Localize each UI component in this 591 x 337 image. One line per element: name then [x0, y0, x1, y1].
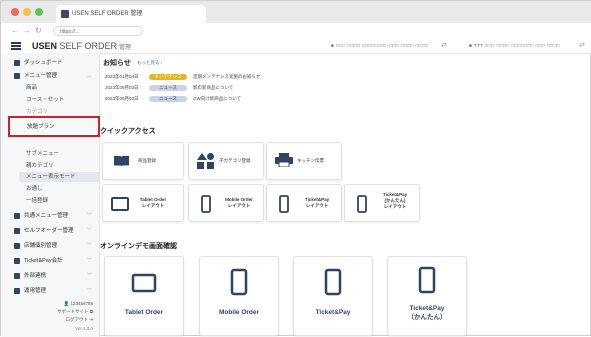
sidebar-item-menu-manage[interactable]: メニュー管理 ︿ — [1, 70, 99, 82]
maximize-dot-icon[interactable] — [35, 8, 43, 16]
news-more-link[interactable]: もっと見る › — [137, 60, 162, 66]
operations-icon — [14, 288, 20, 294]
demo-tablet-order[interactable]: Tablet Order — [104, 256, 184, 336]
app-header: USEN SELF ORDER 管理 ■ □□□ □□□□ □□□□□□□□ □□… — [1, 39, 591, 54]
status-badge: ニュース — [149, 85, 187, 91]
version-label: Ver.1.0.0 — [75, 326, 93, 331]
browser-titlebar: USEN SELF ORDER 管理 — [1, 1, 591, 24]
shapes-icon — [197, 153, 214, 169]
demo-title: オンラインデモ画面確認 — [100, 243, 177, 250]
demo-mobile-order[interactable]: Mobile Order — [199, 256, 279, 336]
sidebar-sub-item[interactable]: お通し — [26, 184, 43, 194]
forward-icon[interactable]: → — [23, 26, 31, 36]
status-badge: メンテナンス — [149, 74, 187, 80]
news-title: お知らせ — [103, 60, 131, 67]
quick-ticketpay-layout[interactable]: Ticket&Pay レイアウト — [266, 184, 342, 222]
demo-ticketpay[interactable]: Ticket&Pay — [293, 256, 373, 336]
address-bar: ← → ↻ https://... — [1, 23, 591, 40]
dashboard-icon — [14, 60, 20, 66]
external-link-icon — [14, 273, 20, 279]
quick-ticketpay-easy-layout[interactable]: Ticket&Pay (かんたん) レイアウト — [344, 184, 420, 222]
back-icon[interactable]: ← — [11, 26, 19, 36]
store-id: 👤 123456789 — [63, 301, 93, 306]
browser-tab[interactable]: USEN SELF ORDER 管理 — [56, 5, 206, 23]
chevron-down-icon: ﹀ — [87, 273, 93, 279]
sidebar: ダッシュボード メニュー管理 ︿ 商品 コース・セット カテゴリ サブメニュー … — [1, 53, 100, 337]
tablet-icon — [111, 197, 129, 211]
sidebar-sub-item-selected[interactable]: メニュー表示モード — [19, 172, 99, 182]
brand-suffix: 管理 — [119, 45, 132, 51]
printer-icon — [275, 153, 293, 167]
favicon-icon — [61, 10, 69, 18]
menu-manage-icon — [14, 73, 20, 79]
url-field[interactable]: https://... — [53, 26, 143, 36]
tablet-icon — [131, 273, 157, 293]
sidebar-sub-item[interactable]: コース・セット — [26, 95, 64, 105]
quick-kitchen-slip[interactable]: キッチン伝票 — [266, 142, 342, 180]
sidebar-group-ticketpay[interactable]: Ticket&Pay会計 ﹀ — [1, 255, 99, 267]
quick-product-register[interactable]: 商品登録 — [102, 142, 184, 180]
status-ticker-left: ■ □□□ □□□□ □□□□□□□□ □□□ □□□□ □□□□ — [331, 43, 429, 48]
chevron-down-icon: ﹀ — [87, 288, 93, 294]
sidebar-group-operations[interactable]: 運用管理 ﹀ — [1, 285, 99, 297]
sidebar-item-highlighted[interactable]: 放題プラン — [8, 116, 100, 137]
sidebar-group-store[interactable]: 店舗個別管理 ﹀ — [1, 240, 99, 252]
tab-title: USEN SELF ORDER 管理 — [72, 11, 143, 17]
brand-logo: USEN SELF ORDER 管理 — [32, 40, 131, 54]
hamburger-menu-icon[interactable] — [11, 42, 21, 50]
common-menu-icon — [14, 213, 20, 219]
sidebar-group-common-menu[interactable]: 共通メニュー管理 ﹀ — [1, 210, 99, 222]
demo-ticketpay-easy[interactable]: Ticket&Pay （かんたん） — [387, 256, 467, 336]
sidebar-sub-item[interactable]: 商品 — [26, 83, 37, 93]
phone-icon — [324, 268, 342, 296]
quick-tablet-layout[interactable]: Tablet Order レイアウト — [102, 184, 184, 222]
sidebar-sub-item[interactable]: 親カテゴリ — [26, 161, 54, 171]
store-icon — [14, 243, 20, 249]
minimize-dot-icon[interactable] — [23, 8, 31, 16]
quick-mobile-layout[interactable]: Mobile Order レイアウト — [188, 184, 264, 222]
sidebar-sub-item[interactable]: 一括登録 — [26, 196, 48, 206]
self-order-icon — [14, 228, 20, 234]
chevron-down-icon: ﹀ — [87, 228, 93, 234]
status-badge: ニュース — [149, 96, 187, 102]
reload-icon[interactable]: ↻ — [35, 26, 42, 36]
quick-access-title: クイックアクセス — [100, 128, 156, 135]
quick-subcategory-register[interactable]: 子カテゴリ登録 — [188, 142, 264, 180]
mobile-icon — [201, 195, 211, 213]
close-dot-icon[interactable] — [11, 8, 19, 16]
phone-icon — [418, 266, 436, 294]
browser-window: USEN SELF ORDER 管理 ← → ↻ https://... USE… — [0, 0, 591, 337]
logout-link[interactable]: ログアウト ⇥ — [1, 317, 93, 323]
sidebar-group-external[interactable]: 外部連携 ﹀ — [1, 270, 99, 282]
chevron-up-icon: ︿ — [87, 73, 93, 79]
chevron-down-icon: ﹀ — [87, 213, 93, 219]
swap-icon[interactable]: ⇄ — [441, 41, 447, 51]
chevron-down-icon: ﹀ — [87, 258, 93, 264]
phone-icon — [357, 195, 367, 213]
ticketpay-icon — [14, 258, 20, 264]
sidebar-sub-item[interactable]: サブメニュー — [26, 149, 59, 159]
chevron-down-icon: ﹀ — [87, 243, 93, 249]
brand-light: SELF ORDER — [57, 41, 118, 51]
sidebar-item-dashboard[interactable]: ダッシュボード — [1, 57, 99, 69]
main-content: お知らせ もっと見る › 2023年01月04日 メンテナンス 定期メンテナンス… — [100, 53, 591, 337]
swap-icon-2[interactable]: ⇄ — [579, 41, 585, 51]
book-icon — [114, 156, 129, 167]
status-ticker-right: ■ TTT □□□ □□□□ □□□□□□□ □□□ □□□□ — [469, 43, 560, 48]
phone-icon — [279, 195, 289, 213]
sidebar-group-self-order[interactable]: セルフオーダー管理 ﹀ — [1, 225, 99, 237]
support-site-link[interactable]: サポートサイト ⧉ — [1, 309, 93, 315]
brand-bold: USEN — [32, 41, 58, 51]
mobile-icon — [230, 268, 248, 296]
